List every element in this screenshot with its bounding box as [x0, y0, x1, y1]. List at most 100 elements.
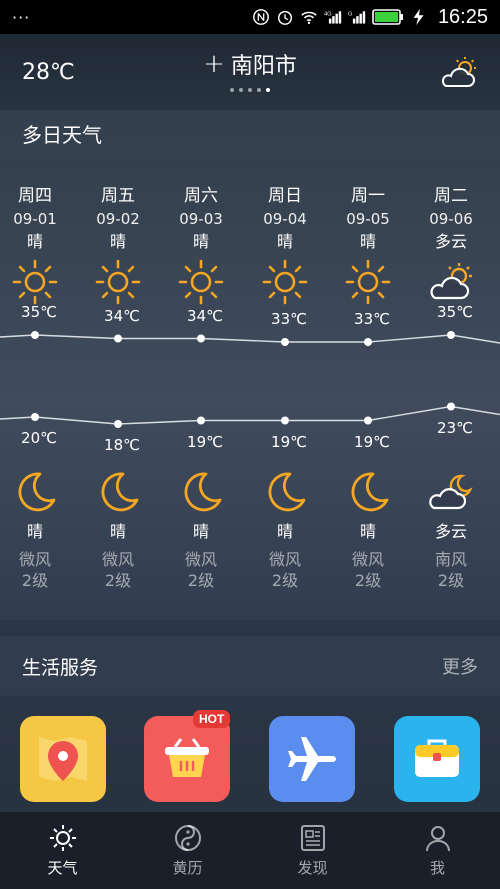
forecast-day-column[interactable]: 周一 09-05 晴 — [326, 184, 410, 306]
yin-yang-icon — [174, 825, 201, 851]
tab-discover[interactable]: 发现 — [250, 812, 375, 889]
forecast-day-column[interactable]: 周四 09-01 晴 — [0, 184, 77, 306]
high-temp-label: 34℃ — [104, 306, 140, 325]
day-name: 周四 — [18, 186, 52, 206]
moon-icon — [101, 472, 139, 512]
4g-signal-icon: 4G — [324, 11, 342, 24]
night-condition: 晴 — [192, 522, 209, 541]
nfc-icon — [253, 9, 269, 25]
day-name: 周五 — [101, 186, 135, 206]
forecast-panel[interactable]: 周四 09-01 晴 35℃ 20℃ 晴微风 2级 周五 09-02 晴 34℃ 18℃ 晴微风 2级 周六… — [0, 156, 500, 620]
high-temp-label: 33℃ — [354, 310, 390, 328]
low-temp-line-point — [447, 402, 455, 411]
tab-me[interactable]: 我 — [375, 812, 500, 889]
moon-icon — [18, 472, 56, 512]
night-condition: 晴 — [276, 522, 293, 541]
wind-direction: 微风 — [268, 550, 301, 569]
services-header: 生活服务 更多 — [0, 636, 500, 696]
moon-icon — [351, 472, 389, 512]
cloudy-moon-icon — [429, 474, 473, 510]
sun-icon — [12, 259, 58, 305]
city-selector-wrap: + 南阳市 — [0, 48, 500, 92]
sun-icon — [345, 259, 391, 305]
status-dots: ··· — [12, 7, 31, 27]
night-condition: 晴 — [26, 522, 43, 541]
low-temp-label: 19℃ — [354, 432, 390, 451]
day-date: 09-01 — [13, 210, 57, 228]
partly-cloudy-icon — [441, 57, 476, 87]
services-more-link[interactable]: 更多 — [442, 653, 478, 679]
night-condition: 晴 — [359, 522, 376, 541]
shopping-service-tile[interactable] — [144, 716, 230, 802]
news-icon — [300, 825, 325, 851]
city-selector[interactable]: + 南阳市 — [203, 48, 297, 80]
day-name: 周六 — [184, 186, 218, 206]
high-temp-label: 35℃ — [21, 303, 57, 321]
low-temp-line-point — [364, 416, 372, 425]
night-condition: 多云 — [434, 522, 467, 541]
tab-label: 发现 — [297, 859, 328, 877]
high-temp-label: 35℃ — [437, 303, 473, 321]
svg-text:G: G — [348, 11, 353, 17]
day-condition: 晴 — [26, 232, 43, 251]
charging-icon — [413, 8, 424, 26]
wind-level: 2级 — [354, 571, 382, 590]
wind-direction: 微风 — [101, 550, 134, 569]
page-indicator — [0, 88, 500, 92]
low-temp-line-point — [197, 416, 205, 425]
high-temp-label: 34℃ — [187, 306, 223, 325]
night-condition: 晴 — [109, 522, 126, 541]
status-icons: 4G G 16:25 — [252, 6, 488, 29]
wind-level: 2级 — [437, 571, 465, 590]
current-temperature: 28℃ — [22, 59, 75, 85]
battery-icon — [372, 9, 403, 25]
day-date: 09-02 — [96, 210, 140, 228]
low-temp-label: 18℃ — [104, 436, 140, 454]
forecast-day-column[interactable]: 周二 09-06 多云 — [409, 184, 493, 306]
sun-icon — [262, 259, 308, 305]
sun-icon — [178, 259, 224, 305]
day-date: 09-03 — [179, 210, 223, 228]
wind-direction: 微风 — [184, 550, 217, 569]
briefcase-icon — [415, 739, 459, 777]
wind-level: 2级 — [271, 571, 299, 590]
bottom-tab-bar: 天气 黄历 发现 我 — [0, 812, 500, 889]
add-city-icon[interactable]: + — [203, 49, 225, 79]
forecast-day-column[interactable]: 周六 09-03 晴 — [159, 184, 243, 306]
day-date: 09-04 — [263, 210, 307, 228]
tab-weather[interactable]: 天气 — [0, 812, 125, 889]
flight-service-tile[interactable] — [269, 716, 355, 802]
wind-level: 2级 — [21, 571, 49, 590]
wind-direction: 南风 — [434, 550, 467, 569]
briefcase-service-tile[interactable] — [394, 716, 480, 802]
tab-almanac[interactable]: 黄历 — [125, 812, 250, 889]
day-condition: 晴 — [276, 232, 293, 251]
signal-icon: G — [348, 11, 366, 24]
shopping-basket-icon — [165, 738, 209, 777]
forecast-day-column[interactable]: 周日 09-04 晴 — [243, 184, 327, 306]
status-bar: ··· 4G G 16:25 — [0, 0, 500, 34]
person-icon — [425, 826, 450, 852]
map-pin-icon — [39, 737, 87, 781]
high-temp-line-point — [281, 338, 289, 346]
page-dot-active — [266, 88, 270, 92]
services-title: 生活服务 — [22, 656, 99, 679]
high-temp-line-point — [447, 331, 455, 339]
map-service-tile[interactable] — [20, 716, 106, 802]
forecast-title-bar: 多日天气 — [0, 110, 500, 156]
tab-label: 我 — [429, 859, 445, 877]
services-row: HOT — [0, 696, 500, 812]
low-temp-label: 19℃ — [271, 432, 307, 451]
high-temp-line-point — [31, 331, 39, 339]
low-temp-label: 20℃ — [21, 429, 57, 447]
wifi-icon — [301, 11, 317, 25]
day-condition: 多云 — [434, 232, 467, 251]
header: 28℃ + 南阳市 — [0, 34, 500, 110]
wind-direction: 微风 — [351, 550, 384, 569]
page-dot — [239, 88, 243, 92]
day-date: 09-05 — [346, 210, 390, 228]
page-dot — [230, 88, 234, 92]
day-date: 09-06 — [429, 210, 473, 228]
hot-badge: HOT — [193, 710, 231, 728]
forecast-day-column[interactable]: 周五 09-02 晴 — [76, 184, 160, 306]
